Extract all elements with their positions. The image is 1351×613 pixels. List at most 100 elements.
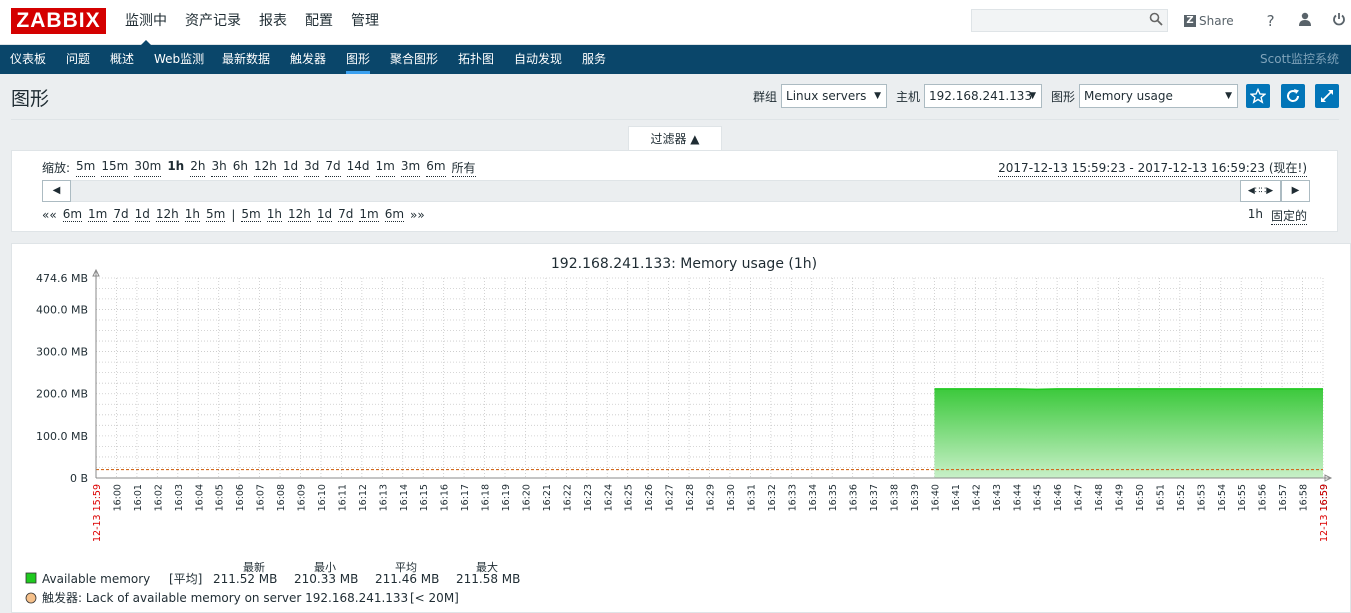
- top-bar: ZABBIX 监测中 资产记录 报表 配置 管理 Z Share ?: [0, 0, 1351, 46]
- favorite-button[interactable]: [1246, 84, 1270, 108]
- nav-item-web[interactable]: Web监测: [154, 45, 204, 74]
- zoom-all[interactable]: 所有: [451, 159, 476, 177]
- zoom-5m[interactable]: 5m: [76, 159, 96, 177]
- zoom-6h[interactable]: 6h: [232, 159, 248, 177]
- power-icon[interactable]: [1322, 12, 1351, 30]
- x-tick-label-38: 16:38: [890, 484, 901, 511]
- x-tick-label-19: 16:19: [501, 484, 512, 511]
- scroll-handle[interactable]: ◀∷∷▶: [1240, 180, 1281, 202]
- y-tick-label-4: 400.0 MB: [36, 303, 88, 316]
- time-scrollbar[interactable]: ◀ ◀∷∷▶ ▶: [42, 180, 1310, 202]
- legend-trigger-text: 触发器: Lack of available memory on server …: [42, 590, 408, 605]
- chevron-down-icon: ▼: [1225, 91, 1233, 101]
- top-menu-inventory[interactable]: 资产记录: [176, 0, 250, 44]
- zoom-15m[interactable]: 15m: [101, 159, 129, 177]
- search-icon[interactable]: [1149, 12, 1163, 30]
- graph-panel: 192.168.241.133: Memory usage (1h) 0 B 10…: [11, 243, 1351, 613]
- help-icon[interactable]: ?: [1254, 12, 1288, 30]
- fwd-5m[interactable]: 5m: [241, 207, 261, 222]
- zoom-2h[interactable]: 2h: [190, 159, 206, 177]
- filter-toggle-tab[interactable]: 过滤器 ▲: [628, 126, 722, 151]
- back-1m[interactable]: 1m: [88, 207, 108, 222]
- memory-usage-chart[interactable]: 192.168.241.133: Memory usage (1h) 0 B 10…: [12, 244, 1350, 612]
- share-button[interactable]: Z Share: [1184, 14, 1234, 28]
- zoom-12h[interactable]: 12h: [253, 159, 277, 177]
- back-1d[interactable]: 1d: [134, 207, 150, 222]
- fwd-1m[interactable]: 1m: [359, 207, 379, 222]
- back-7d[interactable]: 7d: [113, 207, 129, 222]
- graph-select[interactable]: Memory usage ▼: [1079, 84, 1239, 108]
- fixed-period-row: 1h 固定的: [1248, 207, 1307, 225]
- nav-item-latest-data[interactable]: 最新数据: [222, 45, 270, 74]
- x-tick-label-57: 16:57: [1278, 484, 1289, 511]
- nav-item-services[interactable]: 服务: [582, 45, 606, 74]
- top-icons: Z Share ?: [1184, 12, 1351, 30]
- fullscreen-button[interactable]: [1315, 84, 1339, 108]
- legend-series-max: 211.58 MB: [456, 572, 520, 586]
- nav-item-problems[interactable]: 问题: [66, 45, 90, 74]
- top-menu-reports[interactable]: 报表: [250, 0, 296, 44]
- fwd-12h[interactable]: 12h: [287, 207, 311, 222]
- zoom-3m[interactable]: 3m: [400, 159, 421, 177]
- fwd-7d[interactable]: 7d: [338, 207, 354, 222]
- fwd-6m[interactable]: 6m: [384, 207, 405, 222]
- fixed-toggle[interactable]: 固定的: [1270, 207, 1307, 225]
- user-icon[interactable]: [1288, 12, 1322, 30]
- zoom-1m[interactable]: 1m: [375, 159, 395, 177]
- y-tick-label-1: 100.0 MB: [36, 430, 88, 443]
- nav-item-dashboard[interactable]: 仪表板: [10, 45, 46, 74]
- scroll-right-button[interactable]: ▶: [1281, 180, 1310, 202]
- x-tick-label-28: 16:28: [685, 484, 696, 511]
- fwd-end[interactable]: »»: [410, 208, 425, 222]
- back-12h[interactable]: 12h: [155, 207, 179, 222]
- zoom-7d[interactable]: 7d: [325, 159, 341, 177]
- host-filter: 主机 192.168.241.133 ▼: [896, 84, 1043, 108]
- zoom-6m[interactable]: 6m: [426, 159, 446, 177]
- zoom-1h[interactable]: 1h: [167, 159, 184, 177]
- x-tick-label-14: 16:14: [399, 484, 410, 511]
- time-period-range[interactable]: 2017-12-13 15:59:23 - 2017-12-13 16:59:2…: [998, 159, 1307, 177]
- x-tick-label-15: 16:15: [419, 484, 430, 511]
- fwd-1d[interactable]: 1d: [316, 207, 333, 222]
- top-menu-administration[interactable]: 管理: [342, 0, 388, 44]
- nav-item-maps[interactable]: 拓扑图: [458, 45, 494, 74]
- back-start[interactable]: ««: [42, 208, 57, 222]
- host-select[interactable]: 192.168.241.133 ▼: [924, 84, 1043, 108]
- zoom-3h[interactable]: 3h: [211, 159, 227, 177]
- nav-item-graphs[interactable]: 图形: [346, 45, 371, 74]
- nav-item-overview[interactable]: 概述: [110, 45, 134, 74]
- top-menu-configuration[interactable]: 配置: [296, 0, 342, 44]
- back-5m[interactable]: 5m: [206, 207, 226, 222]
- x-tick-label-58: 16:58: [1299, 484, 1310, 511]
- legend-series-avg: 211.46 MB: [375, 572, 439, 586]
- scroll-left-button[interactable]: ◀: [42, 180, 71, 202]
- graph-select-value: Memory usage: [1084, 89, 1173, 103]
- search-input[interactable]: [971, 9, 1168, 32]
- group-select-value: Linux servers: [786, 89, 867, 103]
- top-menu-monitoring[interactable]: 监测中: [116, 0, 176, 46]
- nav-divider: |: [231, 207, 236, 222]
- zoom-1d[interactable]: 1d: [282, 159, 299, 177]
- legend-series-last: 211.52 MB: [213, 572, 277, 586]
- zoom-30m[interactable]: 30m: [134, 159, 162, 177]
- zoom-3d[interactable]: 3d: [304, 159, 320, 177]
- host-select-value: 192.168.241.133: [929, 89, 1033, 103]
- nav-item-discovery[interactable]: 自动发现: [514, 45, 562, 74]
- x-tick-label-4: 16:04: [194, 484, 205, 511]
- x-tick-label-32: 16:32: [767, 484, 778, 511]
- graph-label: 图形: [1051, 89, 1076, 104]
- legend-series-name: Available memory: [42, 572, 150, 586]
- refresh-button[interactable]: [1281, 84, 1305, 108]
- group-select[interactable]: Linux servers ▼: [781, 84, 888, 108]
- fwd-1h[interactable]: 1h: [266, 207, 282, 222]
- back-6m[interactable]: 6m: [62, 207, 83, 222]
- x-tick-label-24: 16:24: [603, 484, 614, 511]
- zoom-14d[interactable]: 14d: [346, 159, 370, 177]
- x-tick-label-55: 16:55: [1237, 484, 1248, 511]
- back-1h[interactable]: 1h: [184, 207, 200, 222]
- nav-item-triggers[interactable]: 触发器: [290, 45, 326, 74]
- x-tick-label-36: 16:36: [849, 484, 860, 511]
- zabbix-logo[interactable]: ZABBIX: [11, 8, 106, 34]
- nav-item-screens[interactable]: 聚合图形: [390, 45, 438, 74]
- x-tick-label-23: 16:23: [583, 484, 594, 511]
